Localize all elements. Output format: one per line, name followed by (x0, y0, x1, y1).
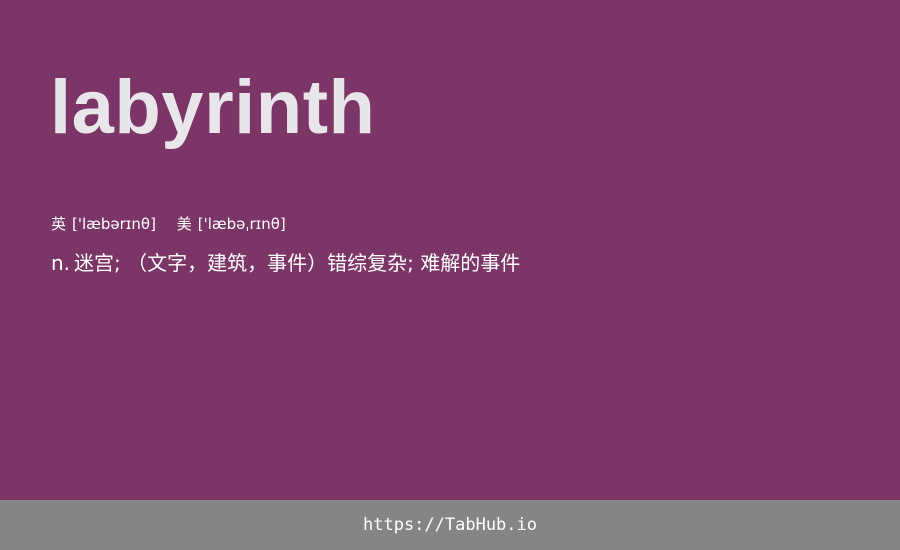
pronunciation-row: 英 ['læbərɪnθ] 美 ['læbəˌrɪnθ] (51, 213, 286, 234)
uk-label: 英 (51, 215, 67, 233)
word-card: labyrinth 英 ['læbərɪnθ] 美 ['læbəˌrɪnθ] n. 迷… (0, 0, 900, 500)
uk-ipa: ['læbərɪnθ] (72, 215, 156, 233)
part-of-speech: n. (51, 251, 71, 275)
us-label: 美 (176, 215, 192, 233)
definition-text: 迷宫; （文字，建筑，事件）错综复杂; 难解的事件 (74, 251, 521, 275)
footer-bar: https://TabHub.io (0, 500, 900, 550)
uk-pronunciation: 英 ['læbərɪnθ] (51, 213, 156, 234)
tabhub-link[interactable]: https://TabHub.io (363, 515, 537, 535)
definition-line: n. 迷宫; （文字，建筑，事件）错综复杂; 难解的事件 (51, 247, 520, 276)
us-ipa: ['læbəˌrɪnθ] (197, 215, 286, 233)
headword: labyrinth (50, 65, 376, 150)
us-pronunciation: 美 ['læbəˌrɪnθ] (177, 213, 286, 234)
